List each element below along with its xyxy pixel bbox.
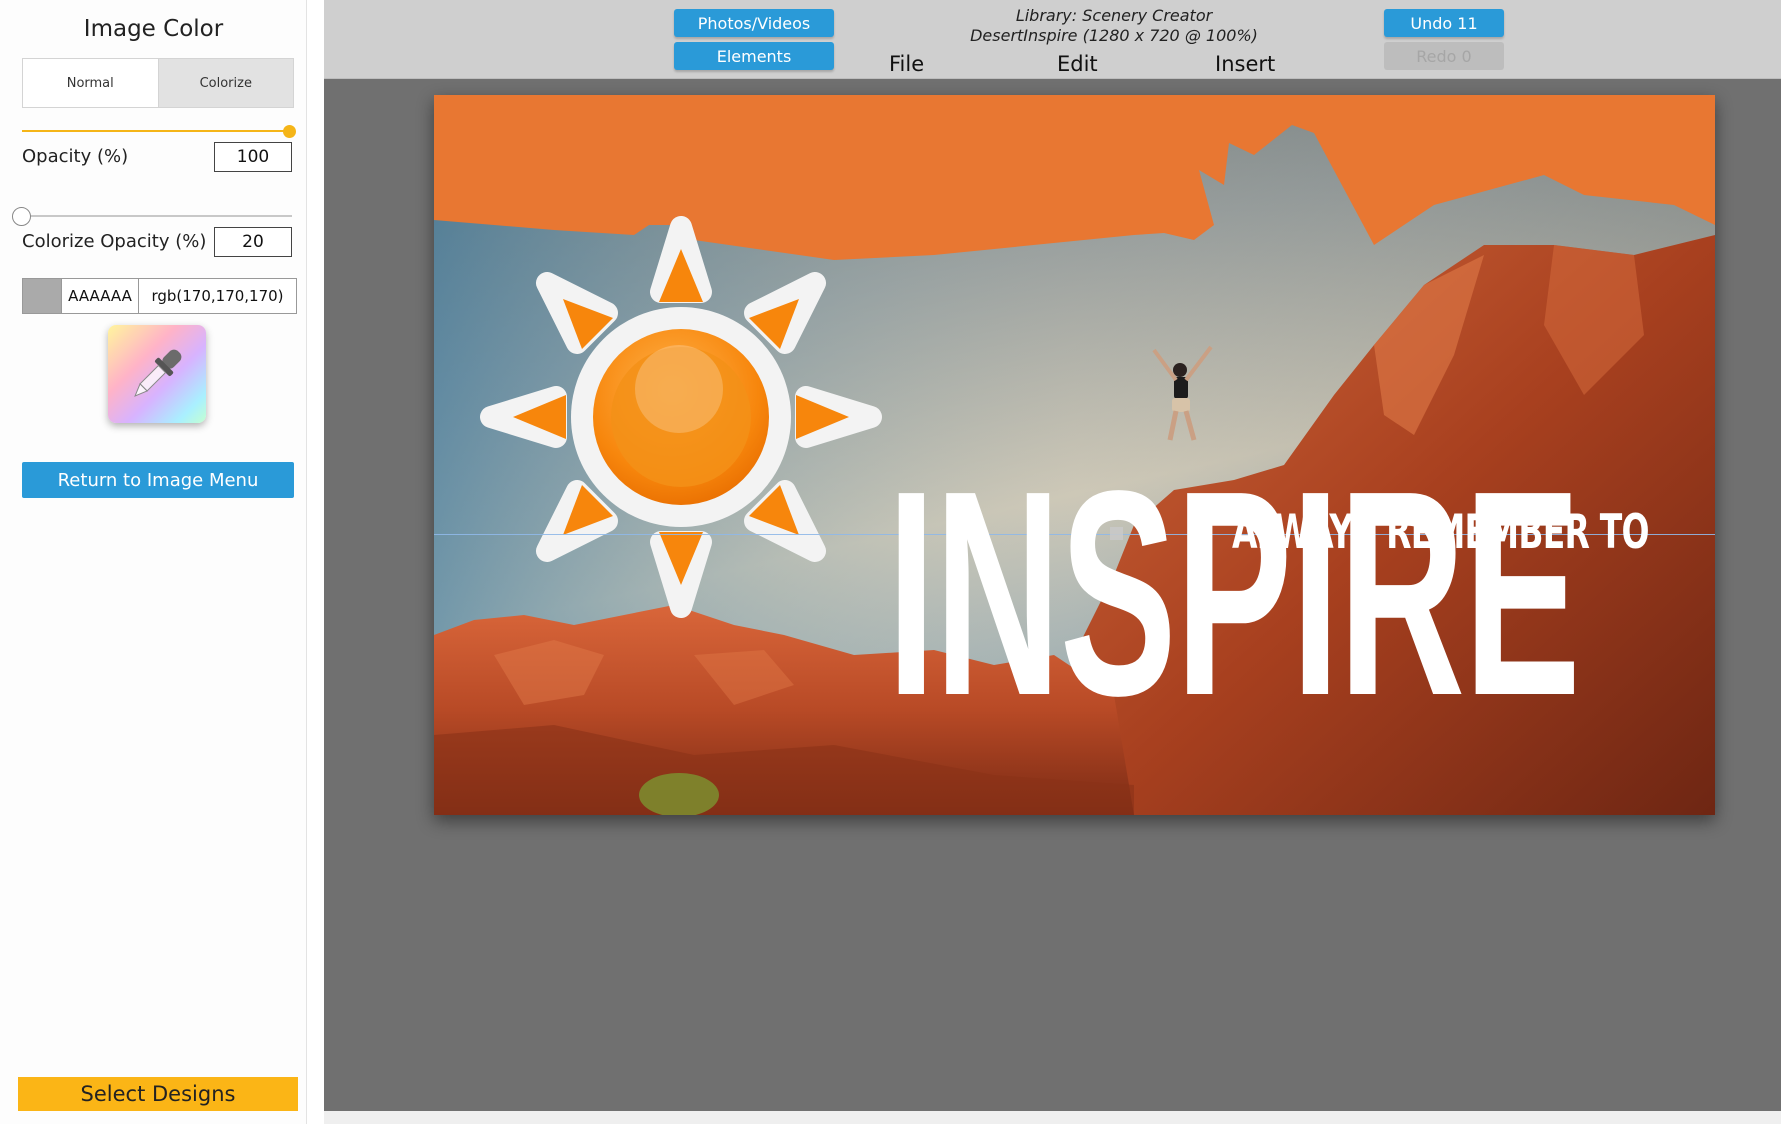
elements-button[interactable]: Elements: [674, 42, 834, 70]
top-toolbar: Photos/Videos Elements Library: Scenery …: [324, 0, 1781, 79]
colorize-opacity-input[interactable]: [214, 227, 292, 257]
eyedropper-icon: [134, 349, 182, 397]
opacity-label: Opacity (%): [22, 146, 129, 167]
hex-color-input[interactable]: [62, 278, 139, 314]
opacity-input[interactable]: [214, 142, 292, 172]
title-text[interactable]: INSPIRE: [887, 447, 1581, 739]
bottom-strip: [324, 1111, 1781, 1124]
opacity-slider-handle[interactable]: [283, 125, 296, 138]
undo-button[interactable]: Undo 11: [1384, 9, 1504, 37]
menu-file[interactable]: File: [889, 52, 924, 76]
color-swatch[interactable]: [22, 278, 62, 314]
panel-title: Image Color: [83, 16, 224, 42]
sun-icon: [480, 216, 882, 618]
design-canvas[interactable]: ALWAYS REMEMBER TO INSPIRE: [434, 95, 1715, 815]
colorize-opacity-label: Colorize Opacity (%): [22, 231, 207, 252]
rgb-color-input[interactable]: [139, 278, 297, 314]
menu-insert[interactable]: Insert: [1215, 52, 1275, 76]
document-info: DesertInspire (1280 x 720 @ 100%): [970, 26, 1258, 45]
colorize-opacity-slider-handle[interactable]: [12, 207, 31, 226]
eyedropper-button[interactable]: [108, 325, 206, 423]
color-picker-row: [22, 278, 297, 314]
image-color-panel: Image Color Normal Colorize Opacity (%) …: [0, 0, 307, 1124]
redo-button[interactable]: Redo 0: [1384, 42, 1504, 70]
return-to-image-menu-button[interactable]: Return to Image Menu: [22, 462, 294, 498]
select-designs-button[interactable]: Select Designs: [18, 1077, 298, 1111]
mode-normal-button[interactable]: Normal: [23, 59, 158, 107]
menu-edit[interactable]: Edit: [1057, 52, 1098, 76]
photos-videos-button[interactable]: Photos/Videos: [674, 9, 834, 37]
library-label: Library: Scenery Creator: [1015, 6, 1213, 25]
mode-colorize-button[interactable]: Colorize: [157, 59, 293, 107]
opacity-slider[interactable]: [22, 130, 292, 132]
color-mode-toggle: Normal Colorize: [22, 58, 294, 108]
colorize-opacity-slider[interactable]: [22, 215, 292, 217]
